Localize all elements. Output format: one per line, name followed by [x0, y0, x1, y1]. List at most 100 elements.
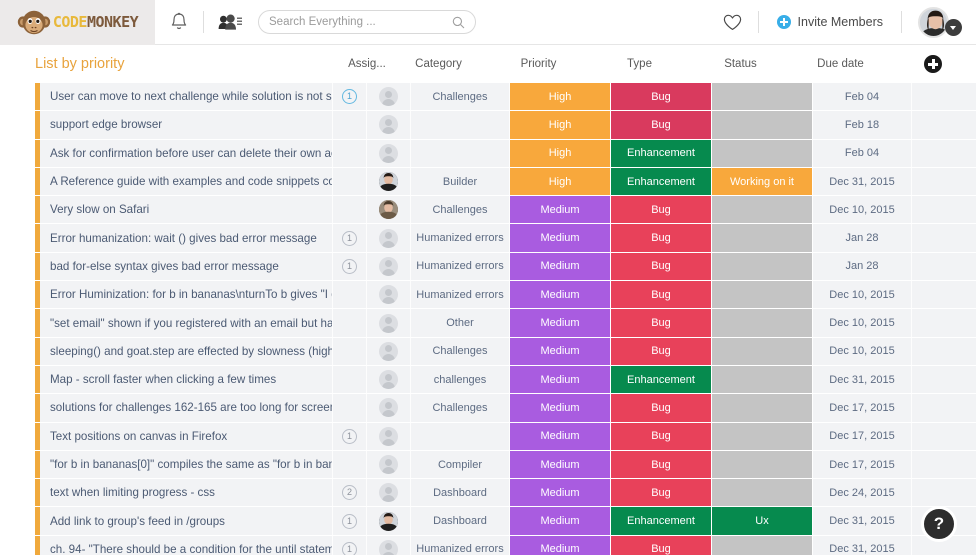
task-title[interactable]: User can move to next challenge while so…: [40, 83, 333, 111]
task-priority[interactable]: High: [510, 167, 611, 196]
task-title[interactable]: Map - scroll faster when clicking a few …: [40, 365, 333, 394]
task-status[interactable]: [712, 111, 813, 139]
assignee-avatar[interactable]: [379, 370, 398, 390]
task-type[interactable]: Enhancement: [611, 139, 712, 167]
task-due-date[interactable]: Feb 18: [813, 111, 912, 139]
task-priority[interactable]: Medium: [510, 309, 611, 337]
task-type[interactable]: Bug: [611, 111, 712, 139]
task-priority[interactable]: Medium: [510, 535, 611, 555]
task-type[interactable]: Bug: [611, 83, 712, 111]
task-category[interactable]: [411, 139, 510, 167]
table-row[interactable]: ch. 94- "There should be a condition for…: [0, 535, 976, 555]
task-priority[interactable]: Medium: [510, 281, 611, 309]
task-priority[interactable]: Medium: [510, 196, 611, 224]
task-due-date[interactable]: Dec 17, 2015: [813, 450, 912, 479]
task-priority[interactable]: Medium: [510, 450, 611, 479]
task-due-date[interactable]: Dec 10, 2015: [813, 196, 912, 224]
assignee-avatar[interactable]: [379, 313, 398, 333]
task-category[interactable]: Challenges: [411, 196, 510, 224]
table-row[interactable]: solutions for challenges 162-165 are too…: [0, 394, 976, 423]
task-title[interactable]: "for b in bananas[0]" compiles the same …: [40, 450, 333, 479]
invite-members-button[interactable]: Invite Members: [759, 15, 901, 29]
assignee-cell[interactable]: [367, 365, 411, 394]
table-row[interactable]: Text positions on canvas in Firefox 1 Medi…: [0, 422, 976, 451]
task-title[interactable]: ch. 94- "There should be a condition for…: [40, 535, 333, 555]
task-status[interactable]: [712, 337, 813, 365]
assignee-cell[interactable]: [367, 252, 411, 281]
task-category[interactable]: Humanized errors: [411, 252, 510, 281]
task-status[interactable]: [712, 83, 813, 111]
comment-count-badge[interactable]: 1: [342, 230, 357, 246]
task-due-date[interactable]: Dec 31, 2015: [813, 365, 912, 394]
assignee-avatar[interactable]: [379, 483, 398, 503]
app-logo[interactable]: CODEMONKEY: [0, 0, 155, 45]
task-title[interactable]: Ask for confirmation before user can del…: [40, 139, 333, 167]
assignee-avatar[interactable]: [379, 455, 398, 474]
assignee-avatar[interactable]: [379, 115, 398, 135]
assignee-avatar[interactable]: [379, 256, 398, 276]
table-row[interactable]: "set email" shown if you registered with…: [0, 309, 976, 338]
task-due-date[interactable]: Dec 17, 2015: [813, 394, 912, 422]
comment-count-badge[interactable]: 1: [342, 513, 357, 529]
task-category[interactable]: Dashboard: [411, 479, 510, 507]
task-priority[interactable]: Medium: [510, 224, 611, 252]
task-due-date[interactable]: Dec 24, 2015: [813, 479, 912, 507]
column-header-due-date[interactable]: Due date: [791, 58, 890, 70]
task-due-date[interactable]: Dec 31, 2015: [813, 535, 912, 555]
task-status[interactable]: [712, 535, 813, 555]
assignee-cell[interactable]: [367, 422, 411, 450]
table-row[interactable]: Map - scroll faster when clicking a few …: [0, 365, 976, 395]
task-type[interactable]: Bug: [611, 224, 712, 252]
task-type[interactable]: Bug: [611, 309, 712, 337]
task-category[interactable]: Compiler: [411, 450, 510, 479]
task-status[interactable]: [712, 394, 813, 422]
assignee-avatar[interactable]: [379, 228, 398, 248]
column-header-assignee[interactable]: Assig...: [345, 58, 389, 70]
help-button[interactable]: ?: [921, 506, 957, 542]
avatar[interactable]: [918, 6, 949, 38]
favorites-button[interactable]: [707, 14, 758, 31]
task-category[interactable]: Other: [411, 309, 510, 337]
notifications-button[interactable]: [155, 12, 203, 32]
assignee-cell[interactable]: [367, 196, 411, 224]
task-priority[interactable]: Medium: [510, 507, 611, 535]
task-title[interactable]: A Reference guide with examples and code…: [40, 167, 333, 196]
task-title[interactable]: Very slow on Safari: [40, 196, 333, 224]
task-status[interactable]: [712, 422, 813, 450]
assignee-cell[interactable]: [367, 535, 411, 555]
task-title[interactable]: Error Huminization: for b in bananas\ntu…: [40, 281, 333, 309]
task-priority[interactable]: Medium: [510, 394, 611, 422]
task-title[interactable]: Add link to group's feed in /groups: [40, 507, 333, 535]
column-header-category[interactable]: Category: [389, 58, 488, 70]
table-row[interactable]: text when limiting progress - css 2 Dashbo…: [0, 479, 976, 508]
task-due-date[interactable]: Jan 28: [813, 252, 912, 281]
table-row[interactable]: Very slow on Safari Challenges Medium Bug De…: [0, 196, 976, 225]
task-type[interactable]: Bug: [611, 196, 712, 224]
task-due-date[interactable]: Dec 10, 2015: [813, 337, 912, 365]
assignee-cell[interactable]: [367, 394, 411, 422]
assignee-cell[interactable]: [367, 83, 411, 111]
task-status[interactable]: [712, 224, 813, 252]
task-status[interactable]: [712, 252, 813, 281]
task-priority[interactable]: High: [510, 83, 611, 111]
task-status[interactable]: [712, 281, 813, 309]
task-type[interactable]: Bug: [611, 337, 712, 365]
assignee-cell[interactable]: [367, 450, 411, 479]
task-title[interactable]: sleeping() and goat.step are effected by…: [40, 337, 333, 365]
assignee-cell[interactable]: [367, 507, 411, 535]
assignee-avatar[interactable]: [379, 200, 398, 220]
assignee-avatar[interactable]: [379, 143, 398, 163]
task-priority[interactable]: Medium: [510, 422, 611, 450]
task-type[interactable]: Bug: [611, 394, 712, 422]
table-row[interactable]: sleeping() and goat.step are effected by…: [0, 337, 976, 366]
task-category[interactable]: Humanized errors: [411, 281, 510, 309]
table-row[interactable]: Add link to group's feed in /groups 1 Dash…: [0, 507, 976, 536]
assignee-cell[interactable]: [367, 224, 411, 252]
task-status[interactable]: [712, 479, 813, 507]
task-priority[interactable]: High: [510, 111, 611, 139]
task-title[interactable]: Text positions on canvas in Firefox: [40, 422, 333, 450]
task-title[interactable]: Error humanization: wait () gives bad er…: [40, 224, 333, 252]
assignee-cell[interactable]: [367, 309, 411, 337]
column-header-type[interactable]: Type: [589, 58, 690, 70]
table-row[interactable]: User can move to next challenge while so…: [0, 83, 976, 112]
